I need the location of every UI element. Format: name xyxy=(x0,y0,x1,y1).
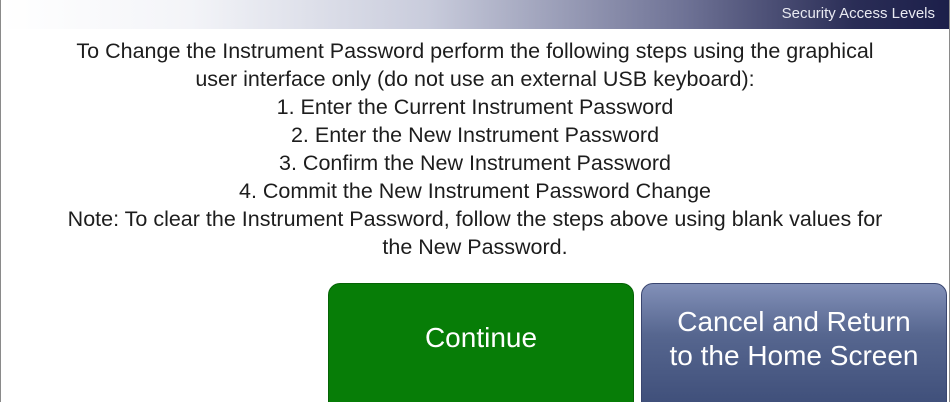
cancel-button-label-line: Cancel and Return xyxy=(677,306,911,337)
cancel-return-home-button[interactable]: Cancel and Return to the Home Screen xyxy=(641,283,947,402)
screen: Security Access Levels To Change the Ins… xyxy=(0,0,950,402)
continue-button[interactable]: Continue xyxy=(328,283,634,402)
cancel-button-label-line: to the Home Screen xyxy=(669,340,919,371)
instruction-step: 4. Commit the New Instrument Password Ch… xyxy=(238,179,711,203)
cancel-button-label: Cancel and Return to the Home Screen xyxy=(669,305,918,373)
continue-button-label: Continue xyxy=(424,322,538,353)
instruction-note: the New Password. xyxy=(382,235,568,259)
instructions-text: To Change the Instrument Password perfor… xyxy=(1,37,949,261)
instruction-note: Note: To clear the Instrument Password, … xyxy=(67,207,883,231)
instruction-line: To Change the Instrument Password perfor… xyxy=(76,39,874,63)
instruction-step: 2. Enter the New Instrument Password xyxy=(290,123,660,147)
instruction-line: user interface only (do not use an exter… xyxy=(195,67,755,91)
instruction-step: 3. Confirm the New Instrument Password xyxy=(279,151,671,175)
screen-title: Security Access Levels xyxy=(781,5,935,22)
instruction-step: 1. Enter the Current Instrument Password xyxy=(276,95,674,119)
title-bar: Security Access Levels xyxy=(1,0,949,29)
